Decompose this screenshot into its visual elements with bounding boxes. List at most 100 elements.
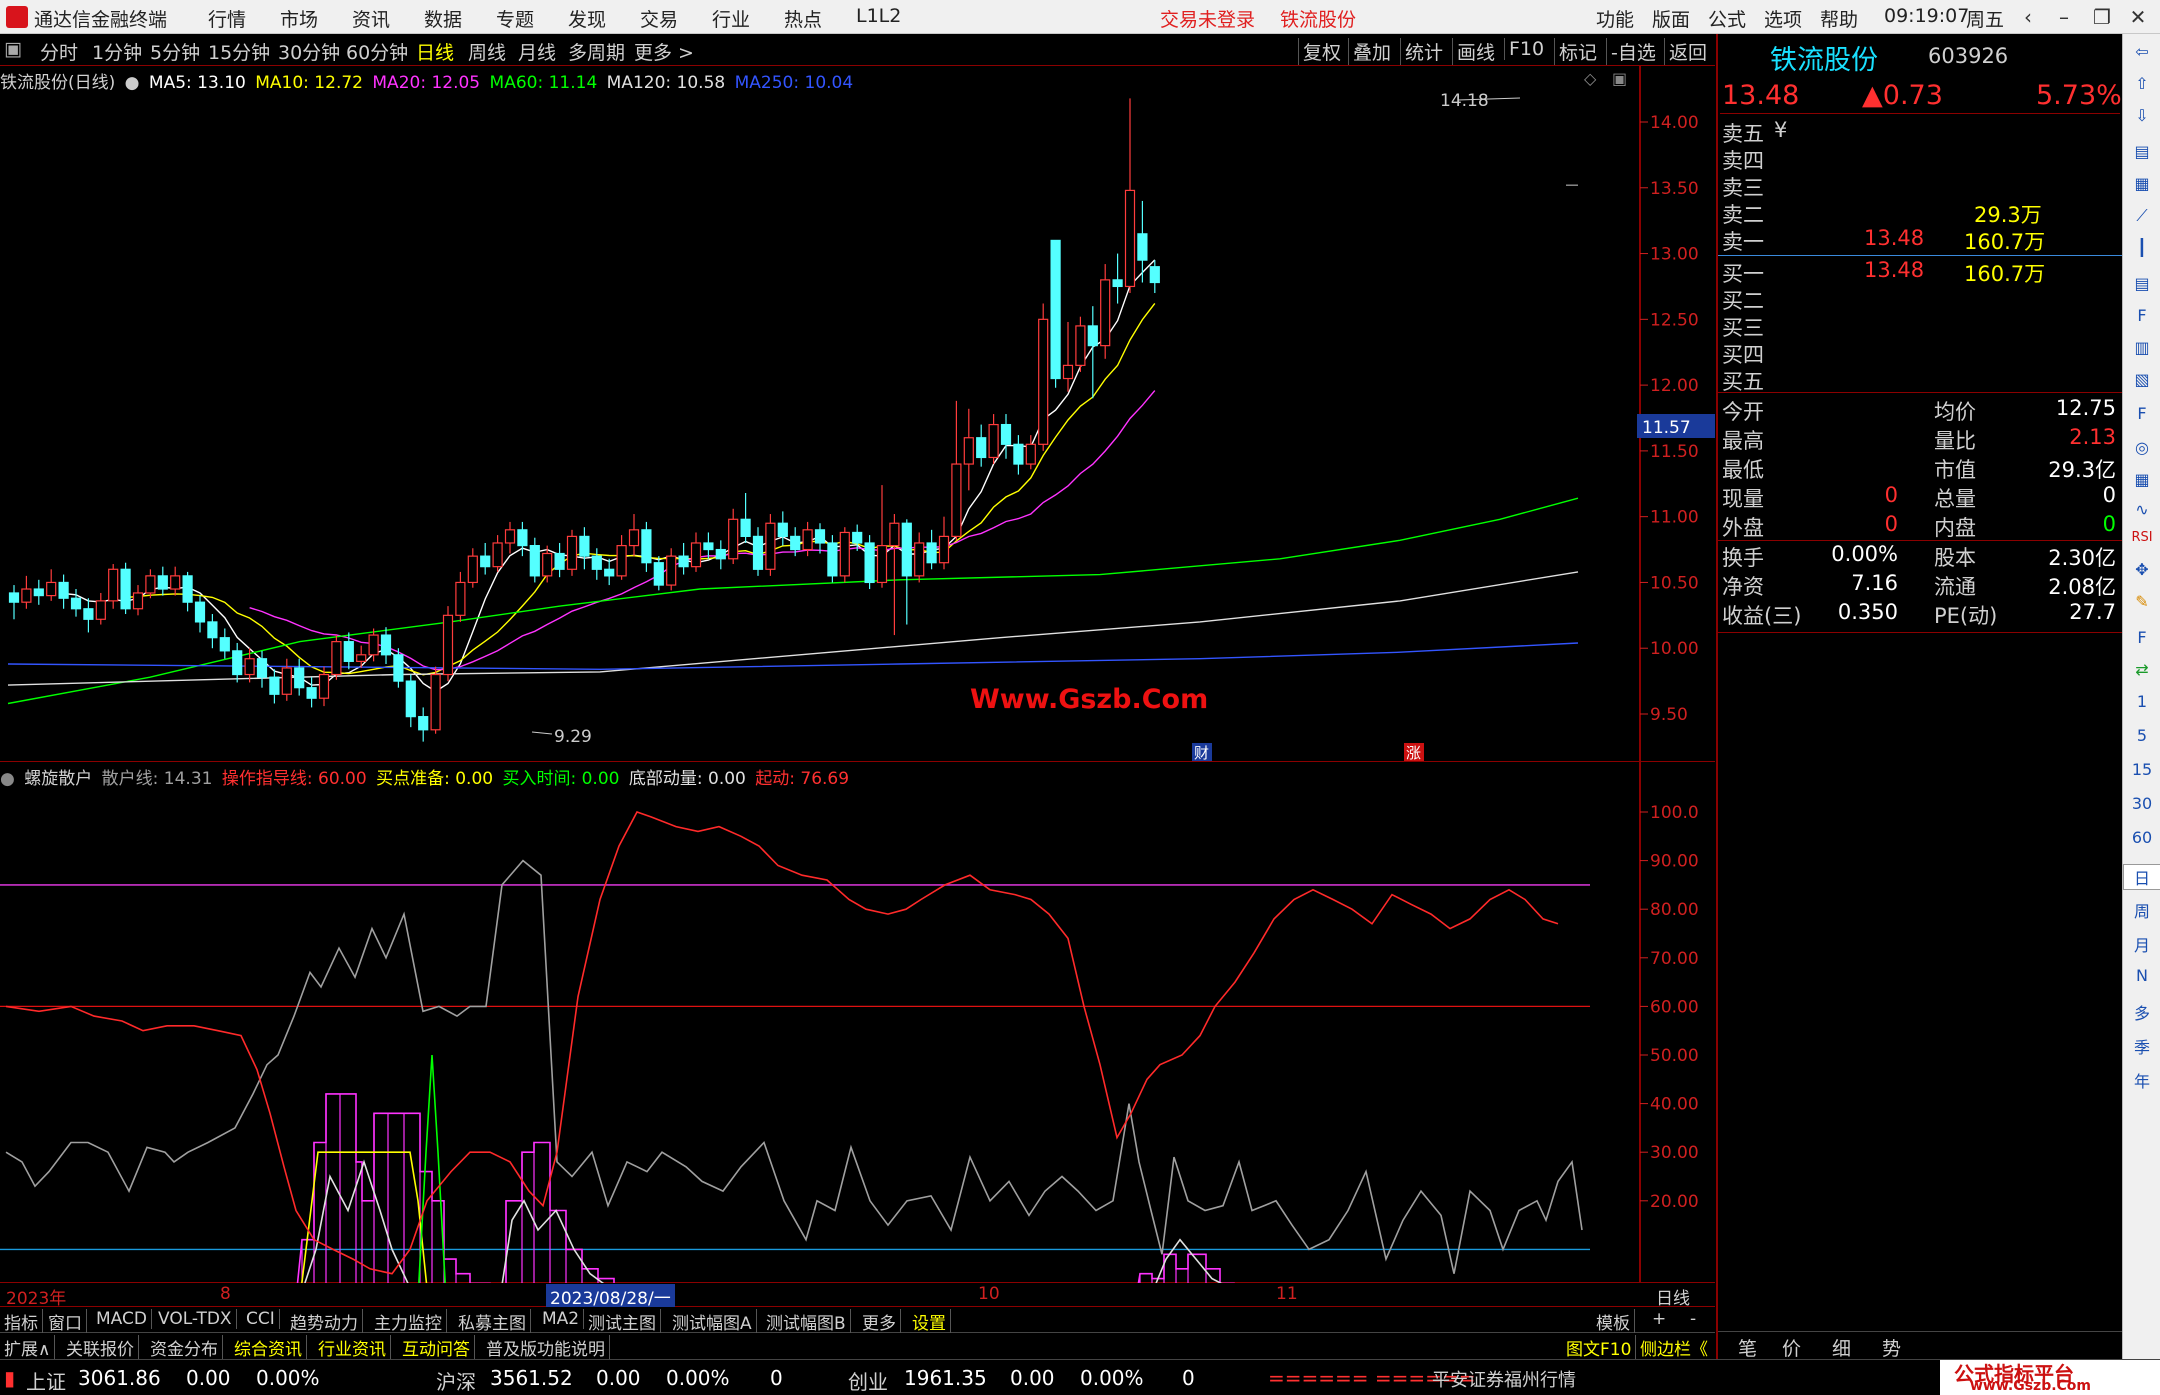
doc-icon[interactable]: ▥ [2123, 338, 2160, 357]
menu-redian[interactable]: 热点 [784, 5, 822, 32]
tab-ceshi-a[interactable]: 测试幅图A [672, 1309, 757, 1334]
f10-icon[interactable]: F [2123, 404, 2160, 423]
down-icon[interactable]: ⇩ [2123, 106, 2160, 125]
btn-fanhui[interactable]: 返回 [1664, 38, 1707, 65]
tf-1min[interactable]: 1分钟 [92, 38, 142, 65]
diamond-icon[interactable]: ◇ [1584, 69, 1597, 88]
menu-zixun[interactable]: 资讯 [352, 5, 390, 32]
menu-banmian[interactable]: 版面 [1652, 5, 1690, 32]
tab-expand[interactable]: 扩展∧ [4, 1335, 56, 1360]
tab-chuangkou[interactable]: 窗口 [48, 1309, 87, 1334]
minimize-icon[interactable]: – [2050, 3, 2078, 31]
tf-15min[interactable]: 15分钟 [208, 38, 270, 65]
indicator-name[interactable]: 螺旋散户 [24, 769, 92, 789]
period-year[interactable]: 年 [2123, 1068, 2160, 1092]
menu-hangye[interactable]: 行业 [712, 5, 750, 32]
tf-30min[interactable]: 30分钟 [278, 38, 340, 65]
panel-icon[interactable]: ▣ [1612, 69, 1627, 88]
tf-monthly[interactable]: 月线 [518, 38, 556, 65]
btn-diejia[interactable]: 叠加 [1348, 38, 1391, 65]
circle-icon[interactable]: ◎ [2123, 438, 2160, 457]
btn-sidebar[interactable]: 侧边栏《 [1640, 1335, 1712, 1360]
table-icon[interactable]: ▦ [2123, 174, 2160, 193]
close-icon[interactable]: ✕ [2124, 3, 2152, 31]
tab-zhibiao[interactable]: 指标 [4, 1309, 43, 1334]
pen-icon[interactable]: ✎ [2123, 592, 2160, 611]
tab-ceshi-main[interactable]: 测试主图 [588, 1309, 661, 1334]
menu-bangzhu[interactable]: 帮助 [1820, 5, 1858, 32]
tab-more[interactable]: 更多 [862, 1309, 901, 1334]
tab-hangye[interactable]: 行业资讯 [318, 1335, 391, 1360]
period-60[interactable]: 60 [2123, 828, 2160, 847]
period-1[interactable]: 1 [2123, 692, 2160, 711]
tab-puji[interactable]: 普及版功能说明 [486, 1335, 610, 1360]
period-multi[interactable]: 多 [2123, 1000, 2160, 1024]
sz-label[interactable]: 沪深 [436, 1366, 476, 1395]
btn-biaoji[interactable]: 标记 [1554, 38, 1597, 65]
feed-label[interactable]: 平安证券福州行情 [1432, 1366, 1576, 1392]
menu-jiaoyi[interactable]: 交易 [640, 5, 678, 32]
indicator-chart[interactable]: 100.0 90.00 80.00 70.00 60.00 50.00 40.00 30.00… [0, 762, 1715, 1299]
tf-weekly[interactable]: 周线 [468, 38, 506, 65]
indicator-settings-icon[interactable]: ● [0, 769, 15, 789]
file-icon[interactable]: ▧ [2123, 370, 2160, 389]
list-icon[interactable]: ▤ [2123, 142, 2160, 161]
tab-shi[interactable]: 势 [1882, 1334, 1901, 1361]
tf-60min[interactable]: 60分钟 [346, 38, 408, 65]
kline-icon[interactable]: ┃ [2123, 238, 2160, 257]
tab-zonghe[interactable]: 综合资讯 [234, 1335, 307, 1360]
tab-qushi[interactable]: 趋势动力 [290, 1309, 363, 1334]
tab-bi[interactable]: 笔 [1738, 1334, 1757, 1361]
btn-huaxian[interactable]: 画线 [1452, 38, 1495, 65]
tab-settings[interactable]: 设置 [912, 1309, 951, 1334]
panel-toggle-icon[interactable]: ▣ [4, 38, 22, 60]
menu-shuju[interactable]: 数据 [424, 5, 462, 32]
period-n[interactable]: N [2123, 966, 2160, 985]
tab-jia[interactable]: 价 [1782, 1334, 1801, 1361]
fs-icon[interactable]: F [2123, 628, 2160, 647]
menu-zhuanti[interactable]: 专题 [496, 5, 534, 32]
menu-faxian[interactable]: 发现 [568, 5, 606, 32]
btn-f10[interactable]: F10 [1504, 38, 1544, 60]
menu-l1l2[interactable]: L1L2 [856, 5, 901, 27]
btn-add[interactable]: + [1652, 1309, 1670, 1329]
tab-xi[interactable]: 细 [1832, 1334, 1851, 1361]
period-month[interactable]: 月 [2123, 932, 2160, 956]
tf-multi[interactable]: 多周期 [568, 38, 625, 65]
period-week[interactable]: 周 [2123, 898, 2160, 922]
menu-shichang[interactable]: 市场 [280, 5, 318, 32]
btn-tuwen-f10[interactable]: 图文F10 [1566, 1335, 1637, 1360]
tab-zijin[interactable]: 资金分布 [150, 1335, 223, 1360]
marker-cai[interactable]: 财 [1194, 744, 1209, 762]
news-icon[interactable]: ▤ [2123, 274, 2160, 293]
rsi-icon[interactable]: RSI [2123, 530, 2160, 545]
tf-more[interactable]: 更多 > [634, 38, 694, 65]
btn-fuquan[interactable]: 复权 [1298, 38, 1341, 65]
bid-1-row[interactable]: 买一 13.48 160.7万 [1720, 258, 2120, 286]
login-status[interactable]: 交易未登录 [1160, 5, 1255, 32]
tab-ma2[interactable]: MA2 [542, 1309, 585, 1329]
tab-simu[interactable]: 私募主图 [458, 1309, 531, 1334]
up-icon[interactable]: ⇧ [2123, 74, 2160, 93]
tab-cci[interactable]: CCI [246, 1309, 280, 1329]
menu-gongneng[interactable]: 功能 [1596, 5, 1634, 32]
wave-icon[interactable]: ∿ [2123, 500, 2160, 519]
tab-zhuli[interactable]: 主力监控 [374, 1309, 447, 1334]
menu-xuanxiang[interactable]: 选项 [1764, 5, 1802, 32]
menu-gongshi[interactable]: 公式 [1708, 5, 1746, 32]
tab-hudong[interactable]: 互动问答 [402, 1335, 475, 1360]
period-30[interactable]: 30 [2123, 794, 2160, 813]
sh-label[interactable]: 上证 [26, 1366, 66, 1395]
btn-zixuan[interactable]: -自选 [1606, 38, 1656, 65]
tf-daily[interactable]: 日线 [416, 38, 454, 65]
back-arrow-icon[interactable]: ‹ [2014, 3, 2042, 31]
tf-5min[interactable]: 5分钟 [150, 38, 200, 65]
btn-tongji[interactable]: 统计 [1400, 38, 1443, 65]
period-5[interactable]: 5 [2123, 726, 2160, 745]
tab-vol-tdx[interactable]: VOL-TDX [158, 1309, 237, 1329]
ask-1-row[interactable]: 卖一 13.48 160.7万 [1720, 226, 2120, 254]
cy-label[interactable]: 创业 [848, 1366, 888, 1395]
tf-fenshi[interactable]: 分时 [40, 38, 78, 65]
candlestick-chart[interactable]: 14.00 13.50 13.00 12.50 12.00 11.50 11.00 10.50… [0, 66, 1715, 762]
btn-remove[interactable]: - [1690, 1309, 1700, 1329]
